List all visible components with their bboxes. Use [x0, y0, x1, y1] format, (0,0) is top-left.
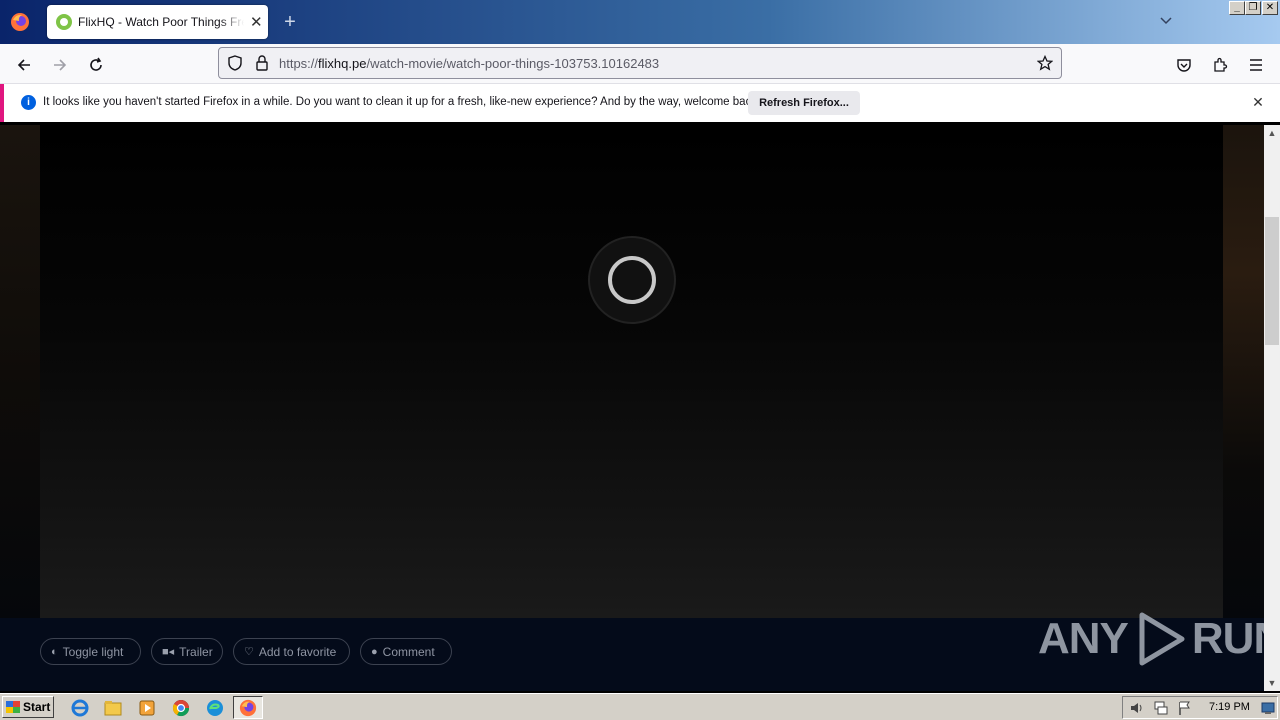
- minimize-button[interactable]: _: [1229, 1, 1245, 15]
- refresh-firefox-button[interactable]: Refresh Firefox...: [748, 91, 860, 115]
- watermark-text-right: RUN: [1191, 614, 1264, 663]
- toggle-light-button[interactable]: ◐ Toggle light: [40, 638, 141, 665]
- info-icon: i: [21, 95, 36, 110]
- start-button[interactable]: Start: [2, 696, 54, 718]
- volume-icon[interactable]: [1129, 700, 1145, 719]
- restore-button[interactable]: ❐: [1245, 1, 1261, 15]
- lock-icon[interactable]: [255, 55, 269, 74]
- windows-taskbar: Start 7:19 PM: [0, 693, 1280, 720]
- comment-button[interactable]: ● Comment: [360, 638, 452, 665]
- notification-message: It looks like you haven't started Firefo…: [43, 96, 761, 108]
- start-label: Start: [23, 700, 51, 714]
- taskbar-firefox-icon: [239, 699, 257, 716]
- lightbulb-icon: ◐: [51, 645, 58, 658]
- comment-label: Comment: [382, 644, 435, 659]
- system-tray: 7:19 PM: [1122, 696, 1278, 719]
- taskbar-firefox-button[interactable]: [233, 696, 263, 719]
- bookmark-star-icon[interactable]: [1036, 54, 1054, 74]
- action-center-flag-icon[interactable]: [1177, 700, 1193, 719]
- notification-close-icon[interactable]: ✕: [1250, 94, 1266, 110]
- back-arrow-icon[interactable]: [11, 52, 37, 78]
- video-player[interactable]: [40, 125, 1223, 618]
- network-icon[interactable]: [1153, 700, 1169, 719]
- flixhq-favicon-icon: [56, 14, 72, 30]
- edge-icon[interactable]: [205, 698, 225, 718]
- reload-icon[interactable]: [83, 52, 109, 78]
- video-camera-icon: ■◂: [162, 646, 175, 658]
- url-bar[interactable]: https://flixhq.pe/watch-movie/watch-poor…: [218, 47, 1062, 79]
- close-window-button[interactable]: ✕: [1262, 1, 1278, 15]
- new-tab-button[interactable]: +: [280, 12, 300, 32]
- url-scheme: https://: [279, 56, 319, 71]
- anyrun-watermark: ANY RUN: [1038, 609, 1264, 669]
- tab-strip: FlixHQ - Watch Poor Things Free S ✕ + _ …: [0, 0, 1280, 44]
- tab-title: FlixHQ - Watch Poor Things Free S: [78, 15, 244, 29]
- file-explorer-icon[interactable]: [103, 698, 123, 718]
- toggle-light-label: Toggle light: [62, 644, 124, 659]
- add-to-favorite-button[interactable]: ♡ Add to favorite: [233, 638, 350, 665]
- url-text: https://flixhq.pe/watch-movie/watch-poor…: [279, 56, 659, 71]
- scroll-up-arrow-icon[interactable]: ▲: [1264, 125, 1280, 141]
- scroll-thumb[interactable]: [1265, 217, 1279, 345]
- windows-flag-icon: [6, 701, 20, 713]
- taskbar-clock[interactable]: 7:19 PM: [1209, 701, 1250, 713]
- heart-icon: ♡: [244, 646, 254, 658]
- navigation-toolbar: https://flixhq.pe/watch-movie/watch-poor…: [0, 44, 1280, 84]
- backdrop-left: [0, 125, 40, 618]
- watermark-text-left: ANY: [1038, 614, 1129, 663]
- pocket-icon[interactable]: [1171, 52, 1197, 78]
- trailer-label: Trailer: [179, 644, 213, 659]
- watermark-play-icon: [1139, 612, 1185, 666]
- forward-arrow-icon[interactable]: [47, 52, 73, 78]
- backdrop-right: [1223, 125, 1264, 618]
- url-path: /watch-movie/watch-poor-things-103753.10…: [366, 56, 660, 71]
- tab-flixhq[interactable]: FlixHQ - Watch Poor Things Free S ✕: [47, 5, 268, 39]
- chrome-icon[interactable]: [171, 698, 191, 718]
- internet-explorer-icon[interactable]: [70, 698, 90, 718]
- scroll-down-arrow-icon[interactable]: ▼: [1264, 675, 1280, 691]
- list-all-tabs-chevron-icon[interactable]: [1156, 12, 1176, 32]
- trailer-button[interactable]: ■◂ Trailer: [151, 638, 223, 665]
- comment-bubble-icon: ●: [371, 645, 378, 658]
- show-desktop-icon[interactable]: [1261, 701, 1275, 718]
- media-player-icon[interactable]: [137, 698, 157, 718]
- extensions-icon[interactable]: [1207, 52, 1233, 78]
- page-content: ◐ Toggle light ■◂ Trailer ♡ Add to favor…: [0, 125, 1264, 691]
- page-scrollbar[interactable]: ▲ ▼: [1264, 125, 1280, 691]
- hamburger-menu-icon[interactable]: [1243, 52, 1269, 78]
- loading-ring-icon: [608, 256, 656, 304]
- notification-bar: i It looks like you haven't started Fire…: [0, 84, 1280, 122]
- tab-close-icon[interactable]: ✕: [250, 13, 263, 31]
- firefox-logo-icon[interactable]: [8, 10, 32, 34]
- url-host: flixhq.pe: [318, 56, 367, 71]
- shield-icon[interactable]: [227, 55, 243, 74]
- add-to-favorite-label: Add to favorite: [258, 644, 337, 659]
